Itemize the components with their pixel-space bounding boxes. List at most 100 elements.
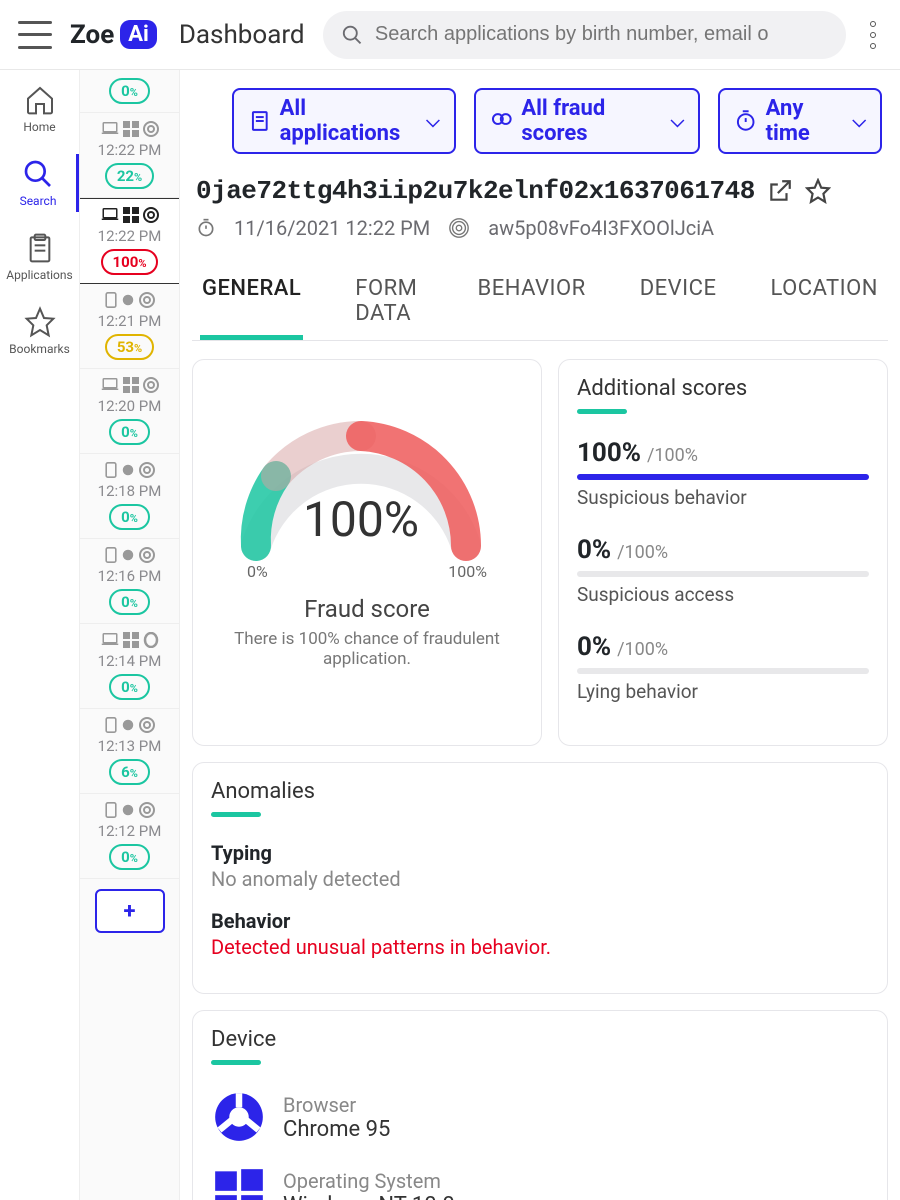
nav-applications[interactable]: Applications xyxy=(0,228,79,286)
top-bar: Zoe Ai Dashboard xyxy=(0,0,900,70)
mini-list-item[interactable]: 12:22 PM100% xyxy=(80,198,179,284)
device-icons xyxy=(86,121,173,137)
device-icons xyxy=(86,377,173,393)
search-icon xyxy=(341,23,363,47)
home-icon xyxy=(24,84,56,116)
tabs: GENERAL FORM DATA BEHAVIOR DEVICE LOCATION xyxy=(192,266,888,341)
mini-list-item[interactable]: 12:14 PM 0% xyxy=(80,624,179,709)
tab-device[interactable]: DEVICE xyxy=(638,266,719,340)
tab-form-data[interactable]: FORM DATA xyxy=(353,266,425,340)
application-hash: aw5p08vFo4I3FXOOlJciA xyxy=(488,216,714,240)
nav-search[interactable]: Search xyxy=(0,154,79,212)
tab-behavior[interactable]: BEHAVIOR xyxy=(476,266,588,340)
score-pill: 0% xyxy=(109,589,150,615)
bookmark-star-icon[interactable] xyxy=(805,178,831,204)
chevron-down-icon: ⌵ xyxy=(671,111,685,132)
device-icons xyxy=(86,802,173,818)
mini-time: 12:20 PM xyxy=(86,397,173,415)
score-pill: 22% xyxy=(105,163,154,189)
mini-time: 12:22 PM xyxy=(86,227,173,245)
search-input[interactable] xyxy=(375,23,828,46)
tab-location[interactable]: LOCATION xyxy=(768,266,880,340)
star-icon xyxy=(24,306,56,338)
additional-scores-card: Additional scores 100% /100%Suspicious b… xyxy=(558,359,888,746)
score-block: 0% /100%Suspicious access xyxy=(577,535,869,606)
external-link-icon[interactable] xyxy=(767,178,793,204)
mini-list-item[interactable]: 12:20 PM0% xyxy=(80,369,179,454)
application-id: 0jae72ttg4h3iip2u7k2elnf02x1637061748 xyxy=(196,176,755,206)
score-block: 100% /100%Suspicious behavior xyxy=(577,438,869,509)
device-row: Operating SystemWindows NT 10.0 xyxy=(211,1165,869,1200)
mini-time: 12:14 PM xyxy=(86,652,173,670)
mini-time: 12:12 PM xyxy=(86,822,173,840)
stopwatch-icon xyxy=(734,108,757,134)
page-title: Dashboard xyxy=(179,20,305,50)
search-box[interactable] xyxy=(323,11,846,59)
logo[interactable]: Zoe Ai xyxy=(70,20,157,50)
anomalies-card: Anomalies TypingNo anomaly detectedBehav… xyxy=(192,762,888,994)
shield-icon xyxy=(490,108,514,134)
mini-list-item[interactable]: 12:22 PM22% xyxy=(80,113,179,198)
mini-time: 12:16 PM xyxy=(86,567,173,585)
add-button[interactable]: + xyxy=(95,889,165,933)
menu-button[interactable] xyxy=(18,21,52,49)
device-icons xyxy=(86,292,173,308)
main-content: All applications ⌵ All fraud scores ⌵ An… xyxy=(180,70,900,1200)
nav-label: Home xyxy=(23,120,55,134)
score-max: /100% xyxy=(617,639,668,660)
chrome-icon xyxy=(211,1089,267,1145)
mini-list-item[interactable]: 12:21 PM53% xyxy=(80,284,179,369)
nav-label: Bookmarks xyxy=(9,342,70,356)
more-button[interactable] xyxy=(864,21,882,49)
mini-application-list[interactable]: 0%12:22 PM22%12:22 PM100%12:21 PM53%12:2… xyxy=(80,70,180,1200)
section-title: Device xyxy=(211,1027,869,1052)
score-bar xyxy=(577,474,869,480)
score-max: /100% xyxy=(617,542,668,563)
nav-home[interactable]: Home xyxy=(0,80,79,138)
score-pill: 0% xyxy=(109,78,150,104)
mini-list-item[interactable]: 0% xyxy=(80,70,179,113)
device-label: Browser xyxy=(283,1093,390,1117)
score-pill: 0% xyxy=(109,504,150,530)
fraud-score-card: 100% 0% 100% Fraud score There is 100% c… xyxy=(192,359,542,746)
score-value: 0% xyxy=(577,535,611,565)
score-bar xyxy=(577,668,869,674)
svg-text:100%: 100% xyxy=(303,491,419,548)
score-pill: 0% xyxy=(109,844,150,870)
chevron-down-icon: ⌵ xyxy=(426,111,440,132)
mini-time: 12:18 PM xyxy=(86,482,173,500)
device-icons xyxy=(86,462,173,478)
device-icons xyxy=(86,632,173,648)
filter-fraud-scores[interactable]: All fraud scores ⌵ xyxy=(474,88,701,154)
gauge-chart: 100% xyxy=(211,376,511,566)
mini-list-item[interactable]: 12:16 PM 0% xyxy=(80,539,179,624)
mini-list-item[interactable]: 12:18 PM 0% xyxy=(80,454,179,539)
score-value: 100% xyxy=(577,438,641,468)
anomaly-heading: Typing xyxy=(211,841,869,865)
anomaly-text: No anomaly detected xyxy=(211,867,869,891)
mini-time: 12:13 PM xyxy=(86,737,173,755)
device-value: Windows NT 10.0 xyxy=(283,1193,455,1200)
score-pill: 6% xyxy=(109,759,150,785)
fingerprint-icon xyxy=(448,217,470,239)
score-pill: 0% xyxy=(109,674,150,700)
gauge-title: Fraud score xyxy=(211,595,523,623)
mini-list-item[interactable]: 12:12 PM 0% xyxy=(80,794,179,879)
filter-applications[interactable]: All applications ⌵ xyxy=(232,88,456,154)
device-row: BrowserChrome 95 xyxy=(211,1089,869,1145)
mini-list-item[interactable]: 12:13 PM 6% xyxy=(80,709,179,794)
score-pill: 53% xyxy=(105,334,154,360)
tab-general[interactable]: GENERAL xyxy=(200,266,303,340)
logo-badge: Ai xyxy=(120,20,157,49)
section-title: Anomalies xyxy=(211,779,869,804)
device-icons xyxy=(86,547,173,563)
application-timestamp: 11/16/2021 12:22 PM xyxy=(234,216,430,240)
device-value: Chrome 95 xyxy=(283,1117,390,1142)
nav-bookmarks[interactable]: Bookmarks xyxy=(0,302,79,360)
filter-label: All applications xyxy=(280,96,418,146)
filter-time[interactable]: Any time ⌵ xyxy=(718,88,882,154)
nav-label: Search xyxy=(20,194,57,208)
device-label: Operating System xyxy=(283,1169,455,1193)
chevron-down-icon: ⌵ xyxy=(852,111,866,132)
logo-text: Zoe xyxy=(70,20,114,50)
